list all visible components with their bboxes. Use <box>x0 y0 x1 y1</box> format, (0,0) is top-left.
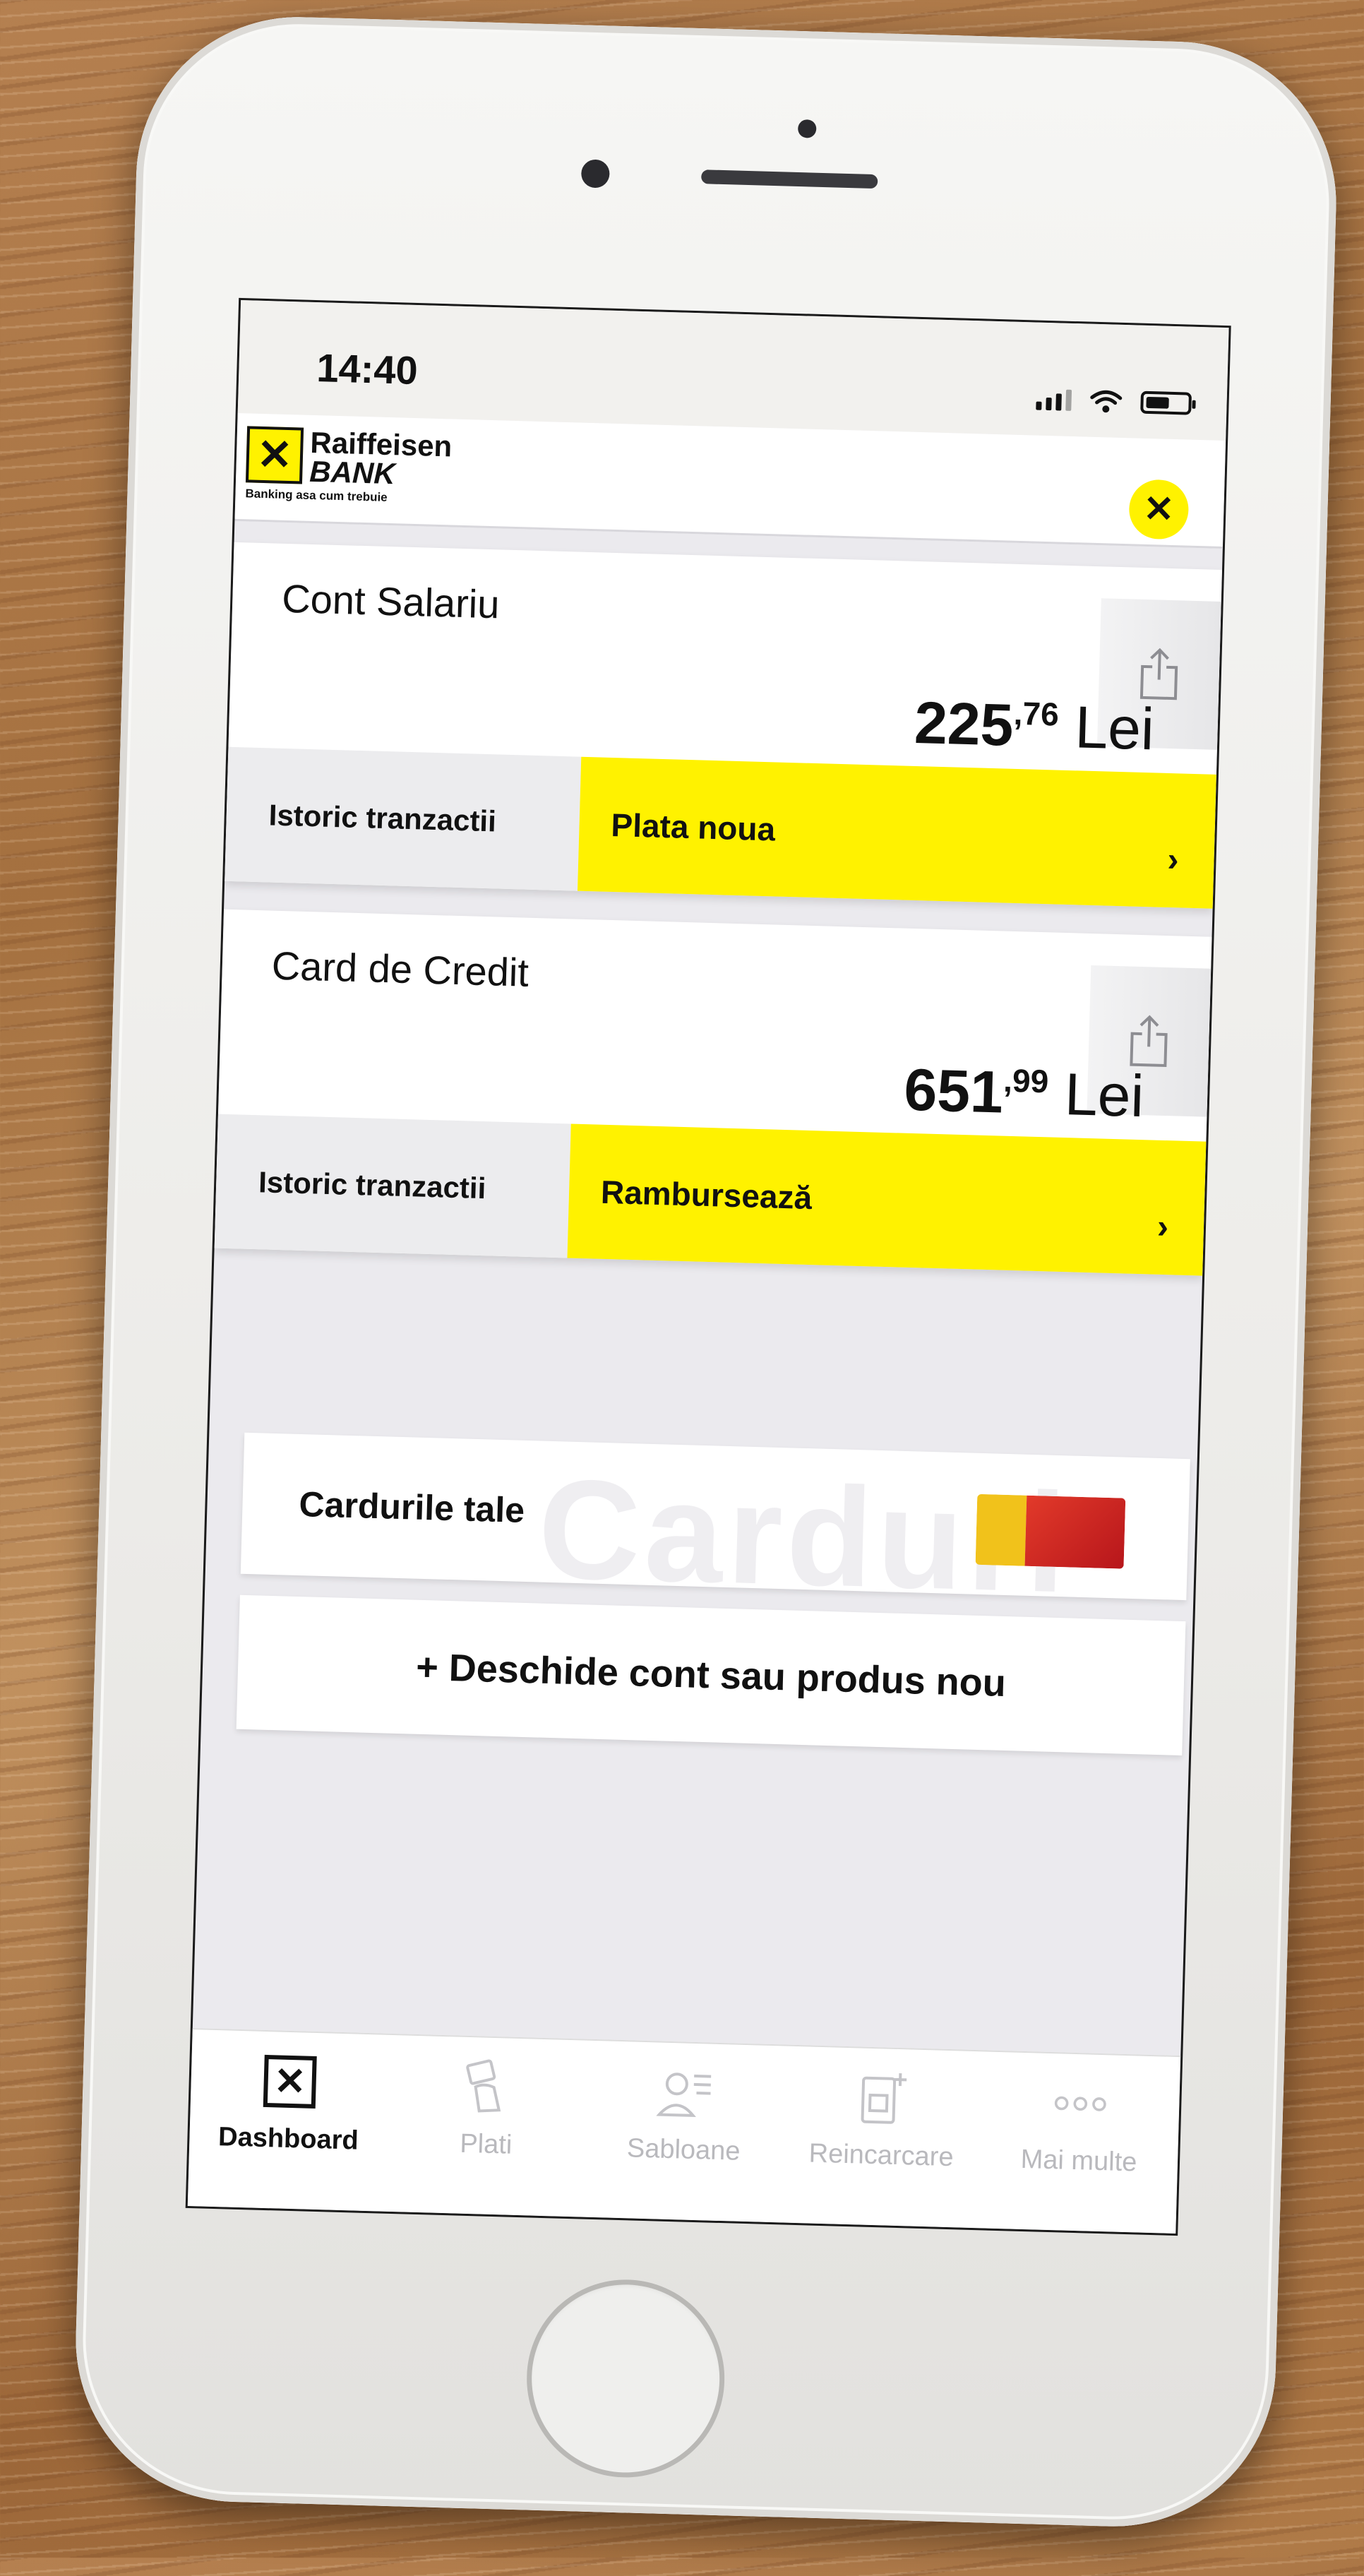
battery-icon <box>1140 390 1192 415</box>
account-card[interactable]: Cont Salariu 225,76 Lei Istoric tranzact… <box>225 542 1223 909</box>
new-payment-button[interactable]: Plata noua › <box>577 756 1216 909</box>
tab-templates[interactable]: Sabloane <box>583 2041 786 2223</box>
repay-button[interactable]: Rambursează › <box>567 1123 1207 1276</box>
dashboard-icon: ✕ <box>263 2054 317 2109</box>
more-icon <box>1054 2096 1106 2111</box>
status-icons <box>1036 388 1192 416</box>
open-account-button[interactable]: + Deschide cont sau produs nou <box>236 1594 1186 1756</box>
front-camera <box>580 159 610 189</box>
your-cards-label: Cardurile tale <box>298 1484 525 1530</box>
logo-tagline: Banking asa cum trebuie <box>245 487 388 504</box>
tab-label: Mai multe <box>1020 2144 1137 2178</box>
tab-label: Sabloane <box>626 2133 741 2166</box>
tab-topup[interactable]: Reincarcare <box>780 2046 983 2229</box>
topup-icon <box>861 2073 907 2124</box>
account-balance: 225,76 Lei <box>913 688 1156 763</box>
account-name: Cont Salariu <box>281 576 501 627</box>
tab-label: Reincarcare <box>808 2138 955 2173</box>
tab-dashboard[interactable]: ✕ Dashboard <box>188 2029 390 2212</box>
status-time: 14:40 <box>316 345 419 393</box>
tab-label: Dashboard <box>217 2122 359 2156</box>
phone-body: 14:40 ✕ Raiffeisen BANK Banking asa cum … <box>71 12 1341 2531</box>
payments-icon <box>466 2059 501 2113</box>
account-name: Card de Credit <box>270 943 530 995</box>
tab-more[interactable]: Mai multe <box>978 2051 1180 2234</box>
card-thumbnail-icon <box>975 1493 1126 1569</box>
logo-sub: BANK <box>309 454 396 491</box>
home-button[interactable] <box>524 2277 728 2481</box>
bank-logo: ✕ Raiffeisen BANK <box>245 426 453 491</box>
tab-label: Plati <box>459 2128 513 2160</box>
phone-scene: 14:40 ✕ Raiffeisen BANK Banking asa cum … <box>0 0 1364 2576</box>
account-actions: Istoric tranzactii Rambursează › <box>214 1114 1207 1276</box>
earpiece-speaker <box>701 169 878 189</box>
wifi-icon <box>1090 390 1123 413</box>
chevron-right-icon: › <box>1156 1208 1169 1246</box>
repay-label: Rambursează <box>600 1173 813 1217</box>
app-screen: 14:40 ✕ Raiffeisen BANK Banking asa cum … <box>185 297 1231 2236</box>
close-icon: ✕ <box>1142 488 1175 531</box>
transaction-history-button[interactable]: Istoric tranzactii <box>214 1114 571 1258</box>
tab-payments[interactable]: Plati <box>385 2035 588 2217</box>
new-payment-label: Plata noua <box>610 806 776 848</box>
signal-icon <box>1036 389 1072 411</box>
proximity-sensor <box>797 119 817 138</box>
chevron-right-icon: › <box>1166 840 1180 879</box>
your-cards-row[interactable]: Carduri Cardurile tale <box>240 1432 1190 1622</box>
account-actions: Istoric tranzactii Plata noua › <box>225 746 1216 909</box>
templates-icon <box>656 2073 712 2118</box>
bottom-tab-bar: ✕ Dashboard Plati Sabloane Reincarcare M… <box>187 2028 1181 2234</box>
transaction-history-button[interactable]: Istoric tranzactii <box>225 746 582 891</box>
account-card[interactable]: Card de Credit 651,99 Lei Istoric tranza… <box>214 909 1212 1276</box>
account-balance: 651,99 Lei <box>903 1056 1145 1130</box>
close-button[interactable]: ✕ <box>1128 479 1190 540</box>
raiffeisen-logo-icon: ✕ <box>245 426 304 484</box>
